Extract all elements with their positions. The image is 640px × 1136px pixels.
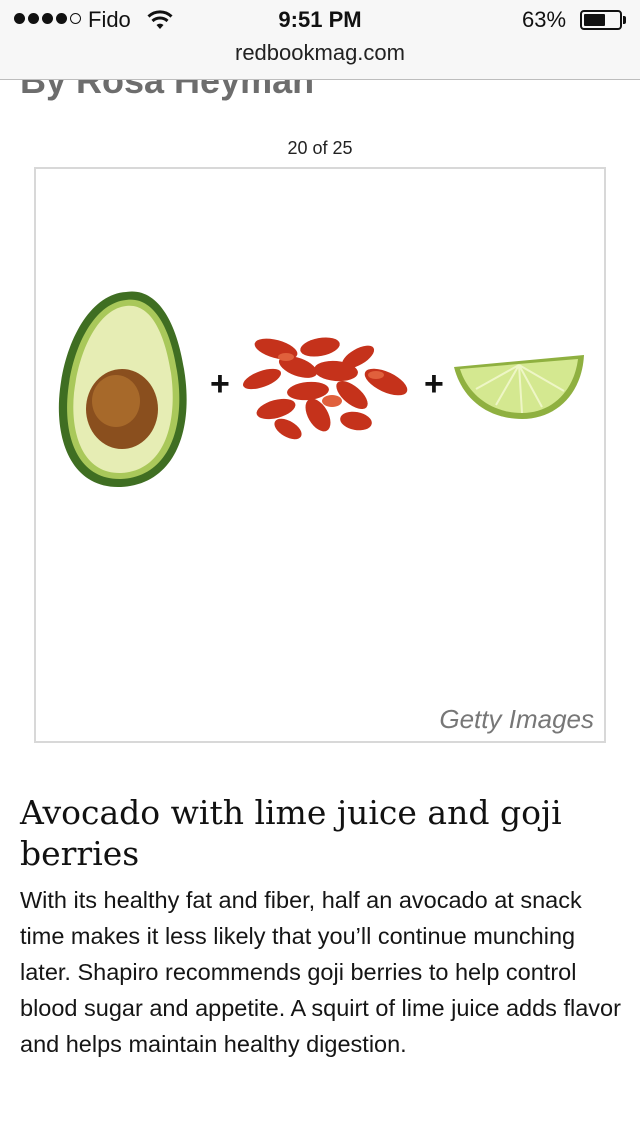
status-bar: Fido 9:51 PM 63% [0,0,640,40]
plus-icon: + [424,365,444,403]
slide-headline: Avocado with lime juice and goji berries [20,793,562,873]
plus-icon: + [210,365,230,403]
battery-level [584,14,605,26]
browser-top-bar: Fido 9:51 PM 63% redbookmag.com [0,0,640,80]
address-bar-url[interactable]: redbookmag.com [0,40,640,66]
food-illustration: + + [58,291,584,488]
slide-body-text: With its healthy fat and fiber, half an … [20,887,621,1057]
battery-terminal [623,16,626,24]
lime-wedge-image [454,355,584,419]
battery-icon [580,10,622,30]
goji-berries-image [243,337,408,440]
slide-counter: 20 of 25 [287,138,353,158]
avocado-image [58,291,187,488]
battery-percentage: 63% [522,7,567,32]
slide-photo[interactable]: + + Getty Images [34,167,606,743]
photo-credit: Getty Images [439,704,594,734]
